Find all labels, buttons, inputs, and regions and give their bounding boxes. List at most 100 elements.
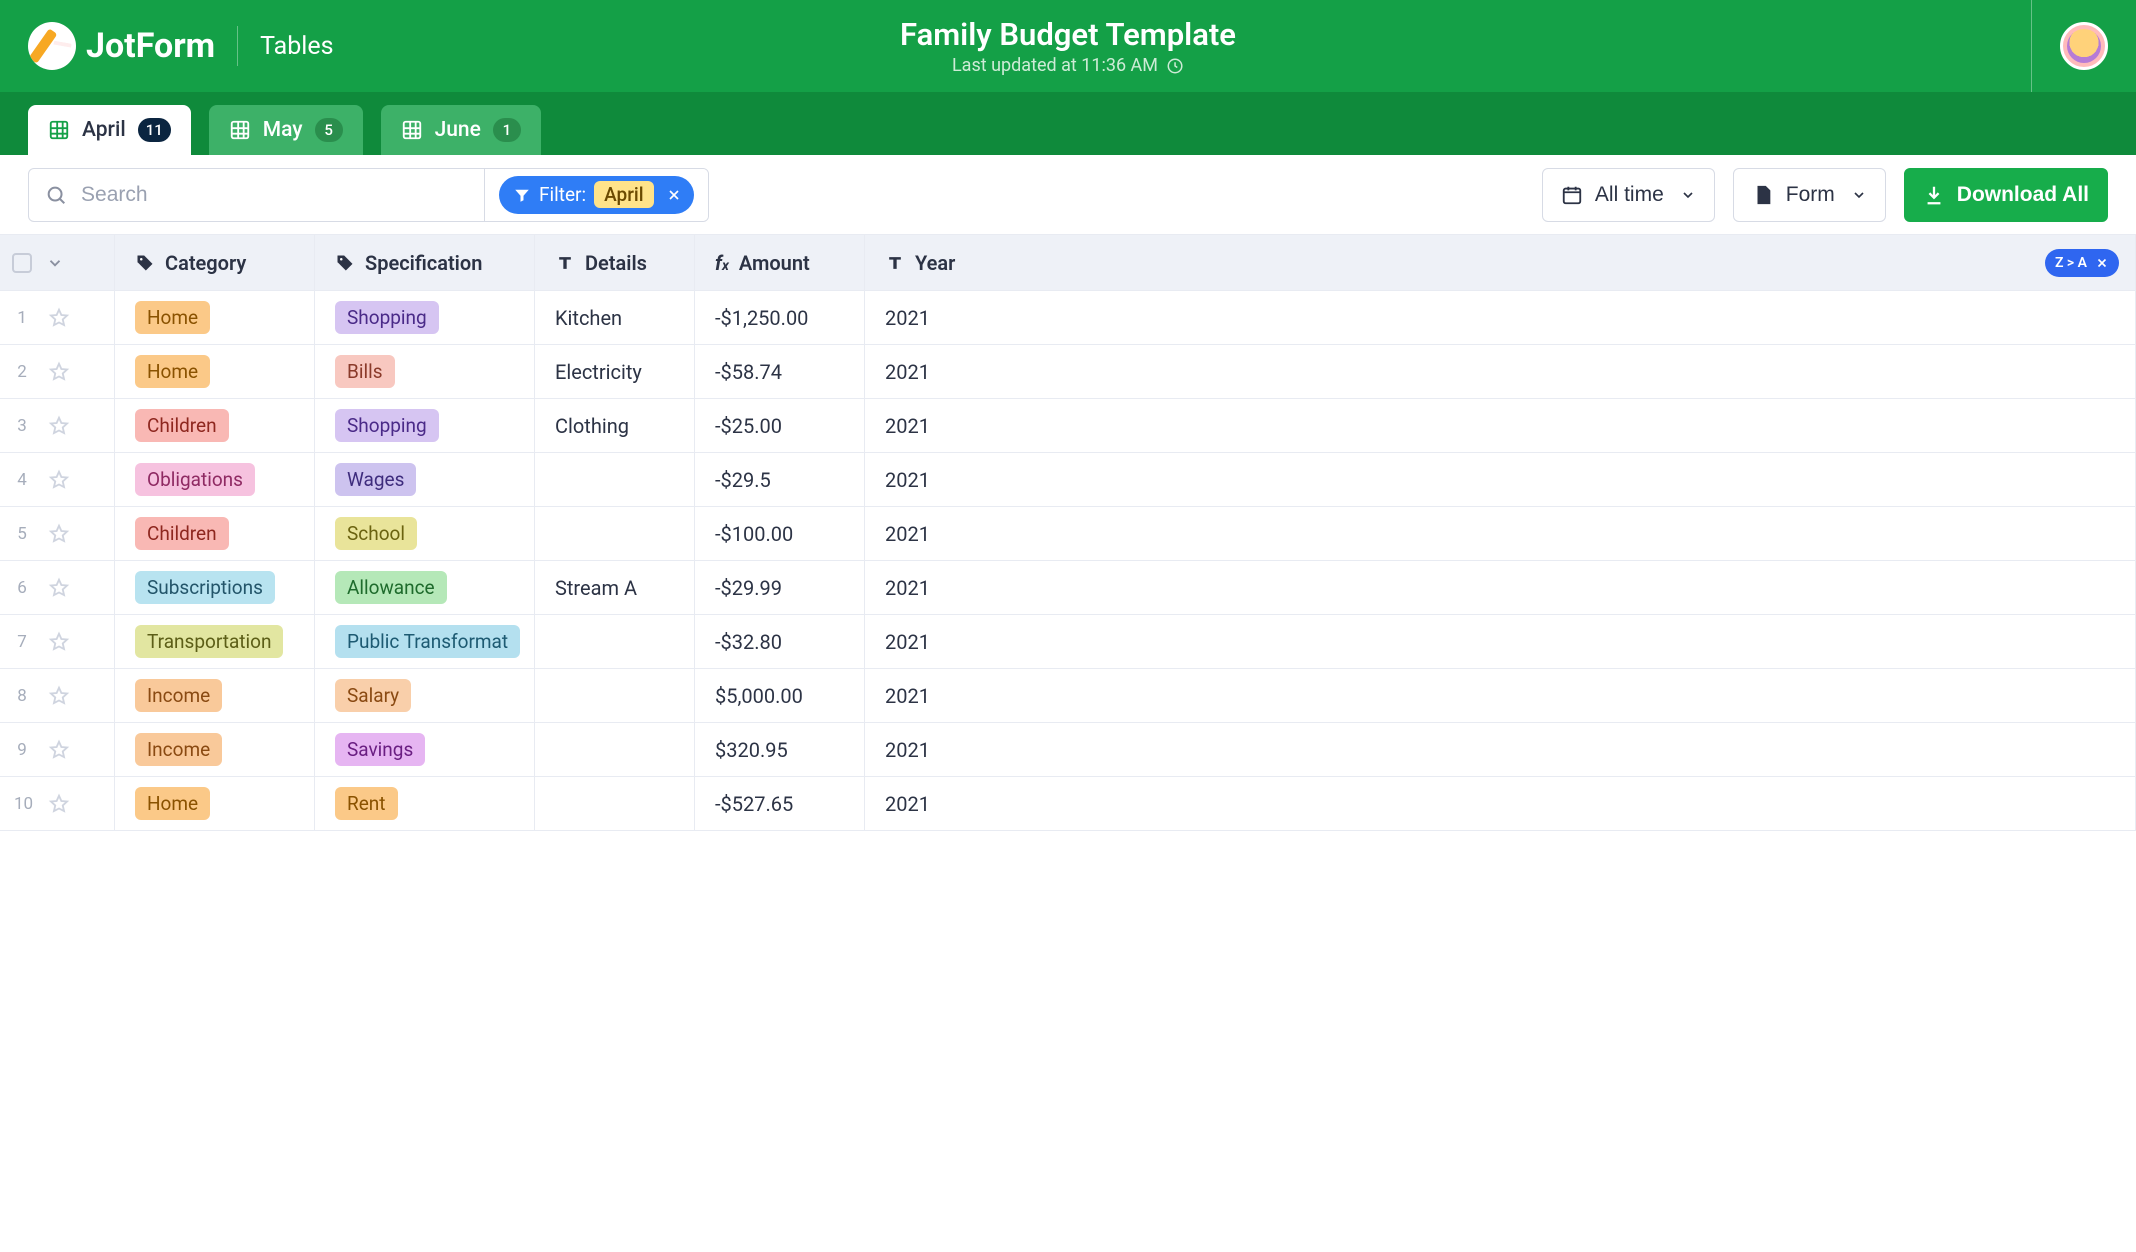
cell-category[interactable]: Home [115, 345, 315, 398]
text-icon [885, 253, 905, 273]
cell-category[interactable]: Obligations [115, 453, 315, 506]
tab-may[interactable]: May 5 [209, 105, 363, 155]
download-all-button[interactable]: Download All [1904, 168, 2108, 222]
cell-details[interactable] [535, 723, 695, 776]
cell-details[interactable] [535, 669, 695, 722]
filter-chip[interactable]: Filter: April [499, 176, 694, 214]
cell-year[interactable]: 2021 [865, 507, 2136, 560]
table-row[interactable]: 8 Income Salary $5,000.00 2021 [0, 669, 2136, 723]
select-all-checkbox[interactable] [12, 253, 32, 273]
cell-details[interactable] [535, 453, 695, 506]
table-row[interactable]: 3 Children Shopping Clothing -$25.00 202… [0, 399, 2136, 453]
cell-details[interactable]: Stream A [535, 561, 695, 614]
cell-specification[interactable]: Bills [315, 345, 535, 398]
cell-category[interactable]: Home [115, 777, 315, 830]
star-icon[interactable] [48, 685, 70, 707]
cell-details[interactable] [535, 777, 695, 830]
star-icon[interactable] [48, 577, 70, 599]
col-details[interactable]: Details [535, 235, 695, 290]
sort-badge[interactable]: Z > A [2045, 249, 2119, 277]
tab-june[interactable]: June 1 [381, 105, 541, 155]
cell-details[interactable] [535, 507, 695, 560]
cell-specification[interactable]: Shopping [315, 399, 535, 452]
cell-category[interactable]: Home [115, 291, 315, 344]
cell-specification[interactable]: Rent [315, 777, 535, 830]
sort-clear-icon[interactable] [2095, 256, 2109, 270]
cell-amount[interactable]: $5,000.00 [695, 669, 865, 722]
star-icon[interactable] [48, 523, 70, 545]
row-number: 2 [14, 362, 30, 382]
cell-year[interactable]: 2021 [865, 291, 2136, 344]
form-button[interactable]: Form [1733, 168, 1886, 222]
table-row[interactable]: 9 Income Savings $320.95 2021 [0, 723, 2136, 777]
col-category[interactable]: Category [115, 235, 315, 290]
cell-category[interactable]: Children [115, 507, 315, 560]
tab-april[interactable]: April 11 [28, 105, 191, 155]
table-row[interactable]: 10 Home Rent -$527.65 2021 [0, 777, 2136, 831]
table-row[interactable]: 5 Children School -$100.00 2021 [0, 507, 2136, 561]
col-amount[interactable]: fx Amount [695, 235, 865, 290]
row-gutter: 1 [0, 291, 115, 344]
star-icon[interactable] [48, 739, 70, 761]
cell-amount[interactable]: -$100.00 [695, 507, 865, 560]
row-gutter: 2 [0, 345, 115, 398]
cell-specification[interactable]: Shopping [315, 291, 535, 344]
row-gutter: 6 [0, 561, 115, 614]
category-tag: Home [135, 355, 210, 388]
cell-amount[interactable]: -$1,250.00 [695, 291, 865, 344]
cell-category[interactable]: Income [115, 669, 315, 722]
cell-category[interactable]: Income [115, 723, 315, 776]
cell-year[interactable]: 2021 [865, 453, 2136, 506]
cell-specification[interactable]: Allowance [315, 561, 535, 614]
table-row[interactable]: 1 Home Shopping Kitchen -$1,250.00 2021 [0, 291, 2136, 345]
cell-category[interactable]: Subscriptions [115, 561, 315, 614]
star-icon[interactable] [48, 793, 70, 815]
cell-details[interactable]: Kitchen [535, 291, 695, 344]
cell-year[interactable]: 2021 [865, 561, 2136, 614]
app-section-label[interactable]: Tables [260, 32, 333, 61]
search-input[interactable] [79, 182, 468, 208]
cell-year[interactable]: 2021 [865, 723, 2136, 776]
cell-specification[interactable]: Salary [315, 669, 535, 722]
cell-year[interactable]: 2021 [865, 669, 2136, 722]
cell-specification[interactable]: School [315, 507, 535, 560]
cell-amount[interactable]: $320.95 [695, 723, 865, 776]
search-box[interactable] [29, 169, 484, 221]
cell-specification[interactable]: Savings [315, 723, 535, 776]
table-row[interactable]: 4 Obligations Wages -$29.5 2021 [0, 453, 2136, 507]
chevron-down-icon [1851, 187, 1867, 203]
cell-specification[interactable]: Wages [315, 453, 535, 506]
select-menu-chevron-icon[interactable] [46, 254, 64, 272]
col-year[interactable]: Year Z > A [865, 235, 2136, 290]
cell-amount[interactable]: -$25.00 [695, 399, 865, 452]
col-specification[interactable]: Specification [315, 235, 535, 290]
brand-logo[interactable]: JotForm [28, 22, 215, 70]
user-menu[interactable] [2031, 0, 2108, 92]
cell-category[interactable]: Transportation [115, 615, 315, 668]
cell-amount[interactable]: -$29.99 [695, 561, 865, 614]
table-row[interactable]: 7 Transportation Public Transformat -$32… [0, 615, 2136, 669]
cell-details[interactable] [535, 615, 695, 668]
cell-year[interactable]: 2021 [865, 615, 2136, 668]
table-row[interactable]: 6 Subscriptions Allowance Stream A -$29.… [0, 561, 2136, 615]
cell-details[interactable]: Clothing [535, 399, 695, 452]
star-icon[interactable] [48, 361, 70, 383]
table-row[interactable]: 2 Home Bills Electricity -$58.74 2021 [0, 345, 2136, 399]
document-title[interactable]: Family Budget Template [900, 16, 1236, 53]
star-icon[interactable] [48, 631, 70, 653]
cell-year[interactable]: 2021 [865, 345, 2136, 398]
filter-clear-icon[interactable] [666, 187, 682, 203]
date-range-button[interactable]: All time [1542, 168, 1715, 222]
cell-amount[interactable]: -$32.80 [695, 615, 865, 668]
star-icon[interactable] [48, 469, 70, 491]
cell-year[interactable]: 2021 [865, 777, 2136, 830]
cell-specification[interactable]: Public Transformat [315, 615, 535, 668]
cell-amount[interactable]: -$58.74 [695, 345, 865, 398]
cell-year[interactable]: 2021 [865, 399, 2136, 452]
cell-details[interactable]: Electricity [535, 345, 695, 398]
cell-category[interactable]: Children [115, 399, 315, 452]
star-icon[interactable] [48, 415, 70, 437]
star-icon[interactable] [48, 307, 70, 329]
cell-amount[interactable]: -$527.65 [695, 777, 865, 830]
cell-amount[interactable]: -$29.5 [695, 453, 865, 506]
